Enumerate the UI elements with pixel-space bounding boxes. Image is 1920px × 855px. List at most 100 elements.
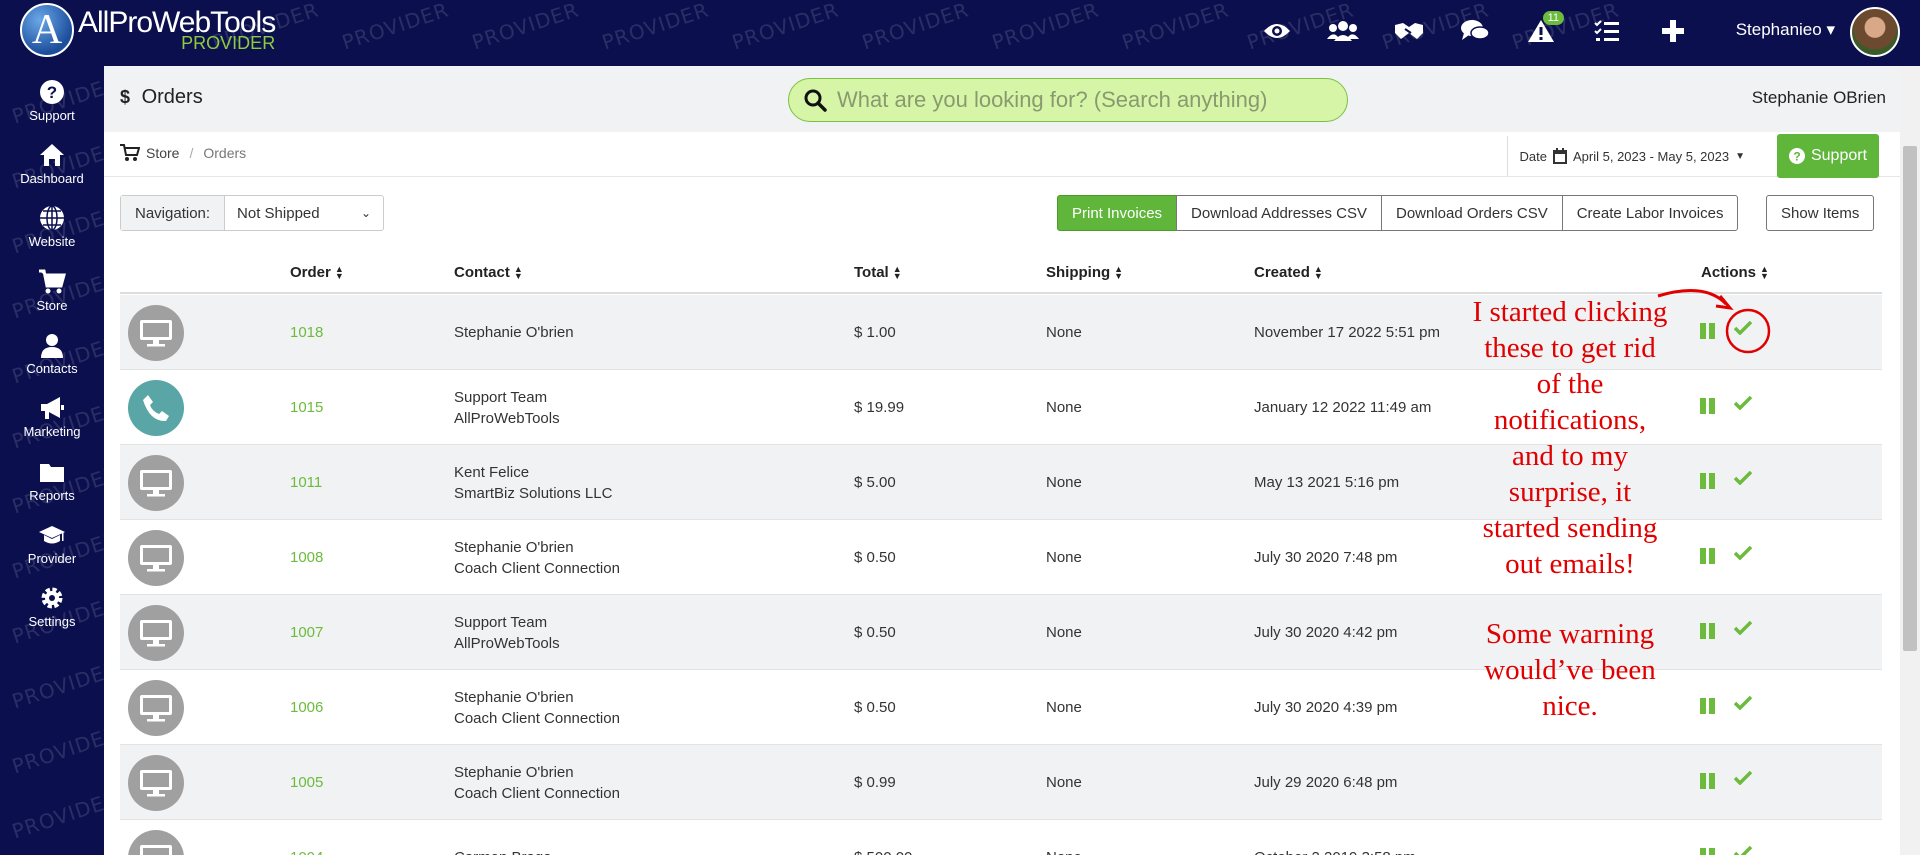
watermark: PROVIDER [989, 0, 1102, 55]
contact-company: Coach Client Connection [454, 560, 620, 577]
contact-cell: Stephanie O'brien Coach Client Connection [454, 687, 620, 729]
calendar-icon [1553, 148, 1567, 164]
question-circle-icon: ? [1788, 148, 1805, 164]
order-number-link[interactable]: 1006 [290, 697, 323, 718]
pause-icon[interactable] [1700, 547, 1716, 564]
plus-icon[interactable] [1656, 14, 1690, 48]
check-icon[interactable] [1733, 695, 1753, 715]
dollar-icon: $ [120, 87, 131, 107]
chevron-down-icon: ▾ [1826, 20, 1835, 39]
chat-icon[interactable] [1458, 14, 1492, 48]
show-items-button[interactable]: Show Items [1766, 195, 1875, 231]
sort-icon: ▲ ▼ [1760, 264, 1769, 282]
order-number-link[interactable]: 1008 [290, 547, 323, 568]
handshake-icon[interactable] [1392, 14, 1426, 48]
check-icon[interactable] [1733, 845, 1753, 855]
row-actions [1700, 695, 1753, 715]
pause-icon[interactable] [1700, 697, 1716, 714]
pause-icon[interactable] [1700, 397, 1716, 414]
watermark: PROVIDER [599, 0, 712, 55]
create-labor-invoices-button[interactable]: Create Labor Invoices [1561, 195, 1739, 231]
check-icon[interactable] [1733, 620, 1753, 640]
download-addresses-button[interactable]: Download Addresses CSV [1176, 195, 1382, 231]
col-total-label: Total [854, 264, 889, 281]
contact-cell: Kent Felice SmartBiz Solutions LLC [454, 462, 612, 504]
col-actions[interactable]: Actions ▲ ▼ [1701, 264, 1769, 281]
col-shipping[interactable]: Shipping ▲ ▼ [1046, 264, 1123, 281]
download-orders-button[interactable]: Download Orders CSV [1380, 195, 1563, 231]
total-cell: $ 5.00 [854, 474, 896, 491]
print-invoices-button[interactable]: Print Invoices [1057, 195, 1178, 231]
tasks-icon[interactable] [1590, 14, 1624, 48]
sidebar-item-reports[interactable]: Reports [0, 458, 104, 503]
search-bar[interactable] [788, 78, 1348, 122]
search-input[interactable] [837, 87, 1307, 113]
warning-icon[interactable]: 11 [1524, 11, 1564, 48]
col-contact[interactable]: Contact ▲ ▼ [454, 264, 523, 281]
breadcrumb-store[interactable]: Store [146, 145, 179, 161]
user-menu[interactable]: Stephanieo ▾ [1736, 20, 1835, 40]
col-created[interactable]: Created ▲ ▼ [1254, 264, 1323, 281]
check-icon[interactable] [1733, 770, 1753, 790]
computer-icon [128, 305, 184, 361]
col-order[interactable]: Order ▲ ▼ [290, 264, 344, 281]
sidebar-item-support[interactable]: ? Support [0, 78, 104, 123]
created-cell: May 13 2021 5:16 pm [1254, 474, 1400, 491]
eye-icon[interactable] [1260, 14, 1294, 48]
sort-icon: ▲ ▼ [513, 264, 523, 282]
computer-icon [128, 680, 184, 736]
order-number-link[interactable]: 1004 [290, 847, 323, 855]
check-icon[interactable] [1733, 395, 1753, 415]
check-icon[interactable] [1733, 470, 1753, 490]
avatar[interactable] [1850, 7, 1900, 57]
created-cell: January 12 2022 11:49 am [1254, 399, 1432, 416]
total-cell: $ 500.00 [854, 847, 912, 855]
computer-icon [128, 830, 184, 855]
col-total[interactable]: Total ▲ ▼ [854, 264, 902, 281]
pause-icon[interactable] [1700, 847, 1716, 855]
sort-icon: ▲ ▼ [892, 264, 902, 282]
brand-logo[interactable]: A AllProWebTools PROVIDER [20, 3, 276, 57]
scrollbar[interactable] [1900, 66, 1920, 855]
shipping-cell: None [1046, 399, 1082, 416]
contact-cell: Stephanie O'brien Coach Client Connection [454, 762, 620, 804]
date-filter[interactable]: Date April 5, 2023 - May 5, 2023 ▼ [1506, 136, 1757, 176]
cart-icon [39, 269, 66, 294]
order-number-link[interactable]: 1015 [290, 397, 323, 418]
table-row[interactable]: 1005 Stephanie O'brien Coach Client Connec… [120, 745, 1882, 820]
check-icon[interactable] [1733, 545, 1753, 565]
sidebar-item-dashboard[interactable]: Dashboard [0, 141, 104, 186]
shipping-cell: None [1046, 624, 1082, 641]
contact-company: AllProWebTools [454, 635, 560, 652]
svg-text:?: ? [1793, 150, 1800, 164]
cart-icon [120, 144, 140, 161]
order-number-link[interactable]: 1005 [290, 772, 323, 793]
sidebar-item-contacts[interactable]: Contacts [0, 331, 104, 376]
watermark: PROVIDER [1119, 0, 1232, 55]
sidebar-item-store[interactable]: Store [0, 268, 104, 313]
scrollbar-thumb[interactable] [1903, 146, 1917, 651]
navigation-filter: Navigation: Not Shipped ⌄ [120, 195, 385, 231]
pause-icon[interactable] [1700, 772, 1716, 789]
svg-text:?: ? [47, 83, 57, 102]
sidebar-item-marketing[interactable]: Marketing [0, 394, 104, 439]
order-number-link[interactable]: 1011 [290, 472, 322, 493]
users-icon[interactable] [1326, 14, 1360, 48]
navigation-select[interactable]: Not Shipped ⌄ [225, 196, 383, 230]
sidebar-item-website[interactable]: Website [0, 204, 104, 249]
order-number-link[interactable]: 1007 [290, 622, 323, 643]
contact-company: AllProWebTools [454, 410, 560, 427]
contact-name: Stephanie O'brien [454, 324, 574, 341]
pause-icon[interactable] [1700, 622, 1716, 639]
row-actions [1700, 470, 1753, 490]
table-row[interactable]: 1004 Carmen Braga $ 500.00 None October 2 20… [120, 820, 1882, 855]
notification-badge: 11 [1542, 11, 1564, 25]
caret-down-icon: ▼ [1735, 150, 1745, 162]
support-button[interactable]: ? Support [1777, 134, 1879, 178]
order-number-link[interactable]: 1018 [290, 322, 323, 343]
sort-icon: ▲ ▼ [1114, 264, 1124, 282]
sidebar-item-provider[interactable]: Provider [0, 521, 104, 566]
watermark: PROVIDER [729, 0, 842, 55]
sidebar-item-settings[interactable]: Settings [0, 584, 104, 629]
pause-icon[interactable] [1700, 472, 1716, 489]
